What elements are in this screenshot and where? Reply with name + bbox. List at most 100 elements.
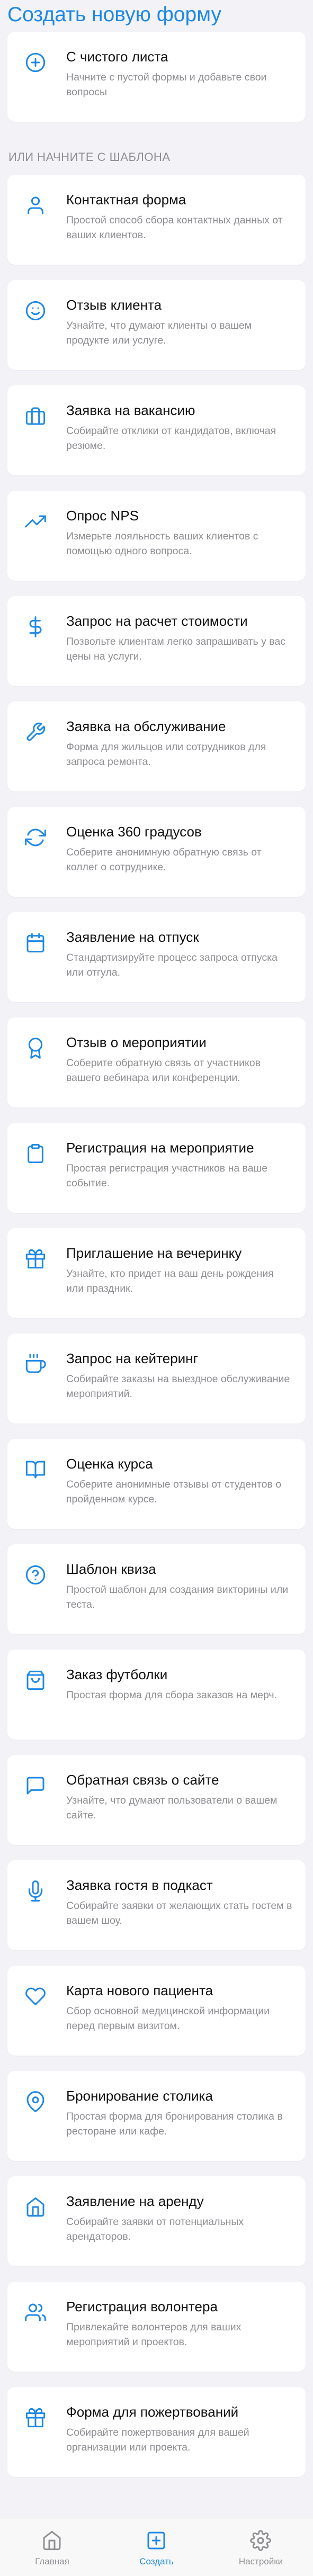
- gift-icon: [25, 1248, 46, 1269]
- template-title: Форма для пожертвований: [66, 2404, 239, 2420]
- template-description: Сбор основной медицинской информации пер…: [66, 2005, 270, 2032]
- template-title: Заявление на аренду: [66, 2193, 204, 2209]
- template-description: Собирайте пожертвования для вашей органи…: [66, 2427, 249, 2453]
- template-card[interactable]: Оценка 360 градусов Соберите анонимную об…: [7, 807, 306, 897]
- template-title: Заявка на вакансию: [66, 402, 195, 418]
- template-title: Отзыв о мероприятии: [66, 1034, 207, 1050]
- template-card[interactable]: Заявка гостя в подкаст Собирайте заявки о…: [7, 1860, 306, 1950]
- template-description: Узнайте, кто придет на ваш день рождения…: [66, 1268, 274, 1294]
- template-card[interactable]: Карта нового пациента Сбор основной медиц…: [7, 1966, 306, 2056]
- refresh-icon: [25, 827, 46, 848]
- template-title: Обратная связь о сайте: [66, 1772, 219, 1788]
- page-title: Создать новую форму: [7, 3, 221, 26]
- template-card[interactable]: Запрос на расчет стоимости Позвольте клие…: [7, 596, 306, 686]
- message-square-icon: [25, 1775, 46, 1796]
- template-card[interactable]: Опрос NPS Измерьте лояльность ваших клиен…: [7, 491, 306, 581]
- template-title: Запрос на расчет стоимости: [66, 613, 248, 629]
- template-title: Опрос NPS: [66, 508, 139, 524]
- template-card[interactable]: Приглашение на вечеринку Узнайте, кто при…: [7, 1228, 306, 1318]
- template-description: Простая регистрация участников на ваше с…: [66, 1163, 268, 1189]
- clipboard-icon: [25, 1143, 46, 1164]
- template-title: Оценка курса: [66, 1456, 153, 1472]
- dollar-icon: [25, 616, 46, 637]
- template-list: Контактная форма Простой способ сбора кон…: [0, 175, 313, 2492]
- template-description: Простая форма для сбора заказов на мерч.: [66, 1689, 277, 1701]
- template-title: Заявление на отпуск: [66, 929, 199, 945]
- tab-create[interactable]: Создать: [104, 2518, 209, 2576]
- template-title: Заказ футболки: [66, 1667, 168, 1682]
- template-card[interactable]: Отзыв о мероприятии Соберите обратную свя…: [7, 1017, 306, 1107]
- template-description: Соберите анонимную обратную связь от кол…: [66, 846, 262, 873]
- template-title: Приглашение на вечеринку: [66, 1245, 242, 1261]
- template-description: Соберите анонимные отзывы от студентов о…: [66, 1479, 282, 1505]
- template-card[interactable]: Контактная форма Простой способ сбора кон…: [7, 175, 306, 265]
- calendar-icon: [25, 932, 46, 953]
- award-icon: [25, 1038, 46, 1059]
- person-icon: [25, 195, 46, 216]
- coffee-icon: [25, 1354, 46, 1375]
- template-description: Простой шаблон для создания викторины ил…: [66, 1584, 289, 1610]
- tab-bar: Главная Создать Настройки: [0, 2518, 313, 2576]
- tab-settings[interactable]: Настройки: [209, 2518, 313, 2576]
- template-description: Узнайте, что думают клиенты о вашем прод…: [66, 320, 252, 346]
- template-description: Позвольте клиентам легко запрашивать у в…: [66, 636, 286, 662]
- template-card[interactable]: Отзыв клиента Узнайте, что думают клиенты…: [7, 280, 306, 370]
- template-description: Простой способ сбора контактных данных о…: [66, 214, 283, 241]
- book-icon: [25, 1459, 46, 1480]
- template-description: Привлекайте волонтеров для ваших меропри…: [66, 2321, 242, 2348]
- gift-icon: [25, 2407, 46, 2428]
- briefcase-icon: [25, 406, 46, 427]
- create-form-screen: Создать новую форму С чистого листа Начн…: [0, 0, 313, 2576]
- template-title: Заявка на обслуживание: [66, 718, 226, 734]
- smile-icon: [25, 300, 46, 321]
- template-title: Шаблон квиза: [66, 1561, 156, 1577]
- tab-home[interactable]: Главная: [0, 2518, 104, 2576]
- blank-form-card[interactable]: С чистого листа Начните с пустой формы и…: [7, 32, 306, 122]
- home-icon: [41, 2530, 62, 2551]
- template-card[interactable]: Регистрация волонтера Привлекайте волонте…: [7, 2282, 306, 2372]
- templates-section-label: ИЛИ НАЧНИТЕ С ШАБЛОНА: [8, 150, 171, 164]
- header: Создать новую форму: [0, 0, 313, 30]
- template-title: Отзыв клиента: [66, 297, 162, 313]
- mic-icon: [25, 1880, 46, 1902]
- template-description: Узнайте, что думают пользователи о вашем…: [66, 1795, 278, 1821]
- template-card[interactable]: Заявка на обслуживание Форма для жильцов …: [7, 701, 306, 791]
- help-circle-icon: [25, 1564, 46, 1586]
- template-title: Запрос на кейтеринг: [66, 1350, 198, 1366]
- template-description: Собирайте отклики от кандидатов, включая…: [66, 425, 276, 452]
- template-description: Собирайте заявки от потенциальных аренда…: [66, 2216, 244, 2242]
- plus-circle-icon: [25, 52, 46, 73]
- tab-label-home: Главная: [35, 2556, 69, 2566]
- template-card[interactable]: Бронирование столика Простая форма для бр…: [7, 2071, 306, 2161]
- template-card[interactable]: Шаблон квиза Простой шаблон для создания …: [7, 1544, 306, 1634]
- template-description: Простая форма для бронирования столика в…: [66, 2111, 283, 2137]
- template-card[interactable]: Заявление на аренду Собирайте заявки от п…: [7, 2176, 306, 2266]
- map-pin-icon: [25, 2091, 46, 2112]
- trending-up-icon: [25, 511, 46, 532]
- tab-label-settings: Настройки: [238, 2556, 283, 2566]
- settings-icon: [250, 2530, 271, 2551]
- template-card[interactable]: Заявка на вакансию Собирайте отклики от к…: [7, 385, 306, 475]
- template-title: Заявка гостя в подкаст: [66, 1877, 213, 1893]
- wrench-icon: [25, 722, 46, 743]
- template-card[interactable]: Регистрация на мероприятие Простая регист…: [7, 1123, 306, 1213]
- template-title: Оценка 360 градусов: [66, 824, 202, 840]
- template-card[interactable]: Заявление на отпуск Стандартизируйте проц…: [7, 912, 306, 1002]
- blank-form-title: С чистого листа: [66, 49, 168, 65]
- users-icon: [25, 2302, 46, 2323]
- template-title: Карта нового пациента: [66, 1983, 213, 1998]
- tab-label-create: Создать: [139, 2556, 174, 2566]
- template-title: Контактная форма: [66, 192, 186, 208]
- template-description: Собирайте заказы на выездное обслуживани…: [66, 1373, 290, 1400]
- template-description: Стандартизируйте процесс запроса отпуска…: [66, 952, 278, 978]
- template-card[interactable]: Заказ футболки Простая форма для сбора за…: [7, 1650, 306, 1740]
- template-card[interactable]: Форма для пожертвований Собирайте пожертв…: [7, 2387, 306, 2477]
- template-description: Измерьте лояльность ваших клиентов с пом…: [66, 530, 258, 557]
- template-title: Регистрация на мероприятие: [66, 1140, 254, 1156]
- template-title: Бронирование столика: [66, 2088, 213, 2104]
- home-icon: [25, 2196, 46, 2218]
- template-card[interactable]: Обратная связь о сайте Узнайте, что думаю…: [7, 1755, 306, 1845]
- shopping-bag-icon: [25, 1670, 46, 1691]
- template-card[interactable]: Запрос на кейтеринг Собирайте заказы на в…: [7, 1334, 306, 1424]
- template-card[interactable]: Оценка курса Соберите анонимные отзывы от…: [7, 1439, 306, 1529]
